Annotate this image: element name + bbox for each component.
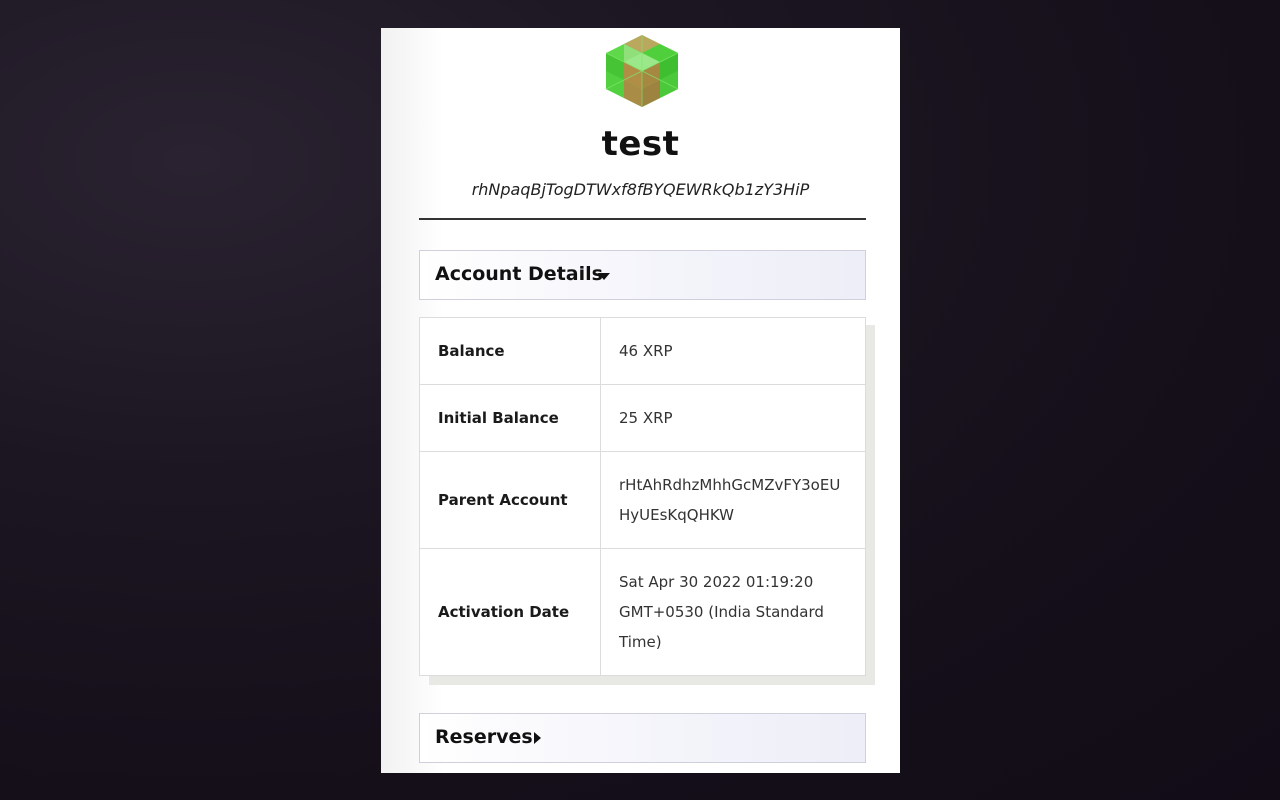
header-divider <box>419 218 866 220</box>
account-avatar-icon <box>605 35 679 107</box>
detail-key: Initial Balance <box>419 384 601 452</box>
table-row: Balance 46 XRP <box>419 317 866 385</box>
detail-key: Parent Account <box>419 451 601 549</box>
detail-key: Activation Date <box>419 548 601 676</box>
account-name: test <box>601 124 680 164</box>
table-row: Parent Account rHtAhRdhzMhhGcMZvFY3oEUHy… <box>419 451 866 549</box>
table-row: Activation Date Sat Apr 30 2022 01:19:20… <box>419 548 866 676</box>
table-row: Initial Balance 25 XRP <box>419 384 866 452</box>
detail-value: 25 XRP <box>600 384 866 452</box>
detail-value: rHtAhRdhzMhhGcMZvFY3oEUHyUEsKqQHKW <box>600 451 866 549</box>
account-panel: test rhNpaqBjTogDTWxf8fBYQEWRkQb1zY3HiP … <box>381 28 900 773</box>
account-details-toggle[interactable]: Account Details <box>419 250 866 300</box>
detail-value: 46 XRP <box>600 317 866 385</box>
detail-value: Sat Apr 30 2022 01:19:20 GMT+0530 (India… <box>600 548 866 676</box>
detail-key: Balance <box>419 317 601 385</box>
caret-down-icon <box>598 273 610 280</box>
account-address: rhNpaqBjTogDTWxf8fBYQEWRkQb1zY3HiP <box>471 180 810 199</box>
reserves-label: Reserves <box>435 726 533 748</box>
account-details-label: Account Details <box>435 263 603 285</box>
caret-right-icon <box>534 732 541 744</box>
account-details-table: Balance 46 XRP Initial Balance 25 XRP Pa… <box>419 317 866 676</box>
reserves-toggle[interactable]: Reserves <box>419 713 866 763</box>
